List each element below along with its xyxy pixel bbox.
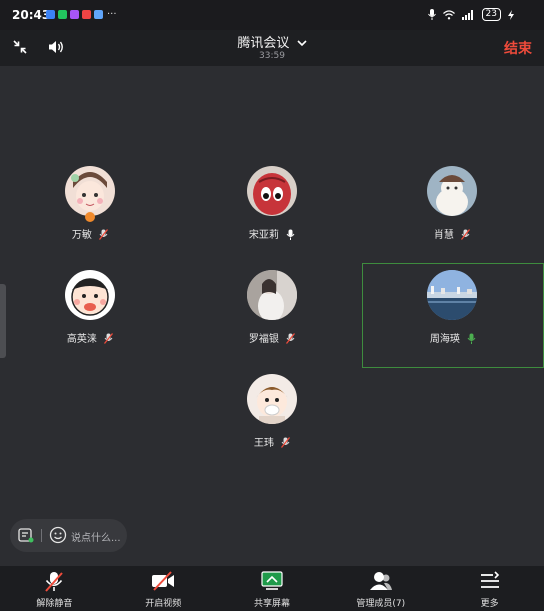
status-bar: 20:43 ··· 23 [0, 0, 544, 30]
battery-level: 23 [481, 8, 501, 21]
avatar [65, 270, 115, 320]
app-notification-icon [46, 10, 55, 19]
mic-muted-icon [281, 437, 291, 448]
participant-name-row: 罗福银 [182, 330, 362, 345]
meeting-header: 腾讯会议 33:59 结束 [0, 30, 544, 66]
participant-tile[interactable]: 万敏 [0, 159, 180, 259]
avatar [427, 166, 477, 216]
toolbar-label: 更多 [480, 599, 499, 609]
meeting-duration: 33:59 [259, 51, 285, 61]
status-time: 20:43 [12, 8, 51, 22]
toolbar-label: 开启视频 [145, 599, 182, 609]
participant-name: 肖慧 [433, 230, 454, 241]
notification-icons: ··· [46, 9, 117, 20]
participant-tile[interactable]: 罗福银 [182, 263, 362, 363]
participant-grid: 万敏 宋亚莉 肖慧 高英涞 罗福银 周海瑛 王玮 [0, 66, 544, 566]
participant-tile[interactable]: 宋亚莉 [182, 159, 362, 259]
mic-muted-icon [461, 229, 471, 240]
signal-icon [461, 9, 473, 20]
participant-name-row: 宋亚莉 [182, 226, 362, 241]
avatar [65, 166, 115, 216]
mic-muted-icon [104, 333, 114, 344]
participant-name: 宋亚莉 [248, 230, 279, 241]
system-icons: 23 [427, 8, 514, 21]
divider [41, 529, 42, 542]
more-icon [480, 571, 499, 588]
mic-status-icon [427, 9, 436, 20]
avatar [247, 270, 297, 320]
participant-name-row: 万敏 [0, 226, 180, 241]
host-badge [85, 212, 95, 222]
chat-input-pill[interactable]: 说点什么... [10, 519, 127, 552]
mic-speaking-icon [467, 333, 476, 344]
participant-name: 王玮 [253, 438, 274, 449]
mic-muted-icon [286, 333, 296, 344]
chat-list-icon[interactable] [18, 528, 34, 543]
participant-tile-active-speaker[interactable]: 周海瑛 [362, 263, 544, 368]
emoji-icon[interactable] [49, 526, 67, 544]
app-notification-icon [82, 10, 91, 19]
participant-name-row: 周海瑛 [363, 330, 543, 345]
participant-name: 周海瑛 [429, 334, 460, 345]
meeting-title: 腾讯会议 [237, 36, 290, 51]
unmute-button[interactable]: 解除静音 [0, 566, 109, 611]
charging-icon [508, 9, 514, 20]
avatar [247, 166, 297, 216]
participant-name-row: 高英涞 [0, 330, 180, 345]
app-notification-icon [58, 10, 67, 19]
toolbar-label: 共享屏幕 [253, 599, 290, 609]
share-screen-button[interactable]: 共享屏幕 [218, 566, 327, 611]
participant-name: 高英涞 [66, 334, 97, 345]
start-video-button[interactable]: 开启视频 [109, 566, 218, 611]
avatar [247, 374, 297, 424]
bottom-toolbar: 解除静音 开启视频 共享屏幕 管理成员(7) 更多 [0, 566, 544, 611]
toolbar-label: 解除静音 [36, 599, 73, 609]
more-button[interactable]: 更多 [435, 566, 544, 611]
mic-on-icon [286, 229, 295, 240]
members-icon [369, 572, 392, 590]
chevron-down-icon [297, 40, 307, 47]
mic-muted-icon [99, 229, 109, 240]
participant-name-row: 王玮 [182, 434, 362, 449]
wifi-icon [442, 9, 455, 19]
end-meeting-button[interactable]: 结束 [504, 38, 532, 58]
share-screen-icon [261, 571, 283, 590]
manage-members-button[interactable]: 管理成员(7) [326, 566, 435, 611]
participant-name: 万敏 [71, 230, 92, 241]
participant-name-row: 肖慧 [362, 226, 542, 241]
app-notification-icon [70, 10, 79, 19]
participant-name: 罗福银 [248, 334, 279, 345]
app-notification-icon [94, 10, 103, 19]
avatar [427, 270, 477, 320]
participant-tile[interactable]: 高英涞 [0, 263, 180, 363]
mic-muted-icon [45, 572, 64, 592]
toolbar-label: 管理成员(7) [356, 599, 406, 609]
overflow-dots: ··· [107, 9, 117, 20]
meeting-title-dropdown[interactable]: 腾讯会议 [0, 32, 544, 51]
participant-tile[interactable]: 肖慧 [362, 159, 542, 259]
video-off-icon [152, 571, 175, 591]
chat-placeholder[interactable]: 说点什么... [71, 529, 121, 544]
participant-tile[interactable]: 王玮 [182, 367, 362, 467]
